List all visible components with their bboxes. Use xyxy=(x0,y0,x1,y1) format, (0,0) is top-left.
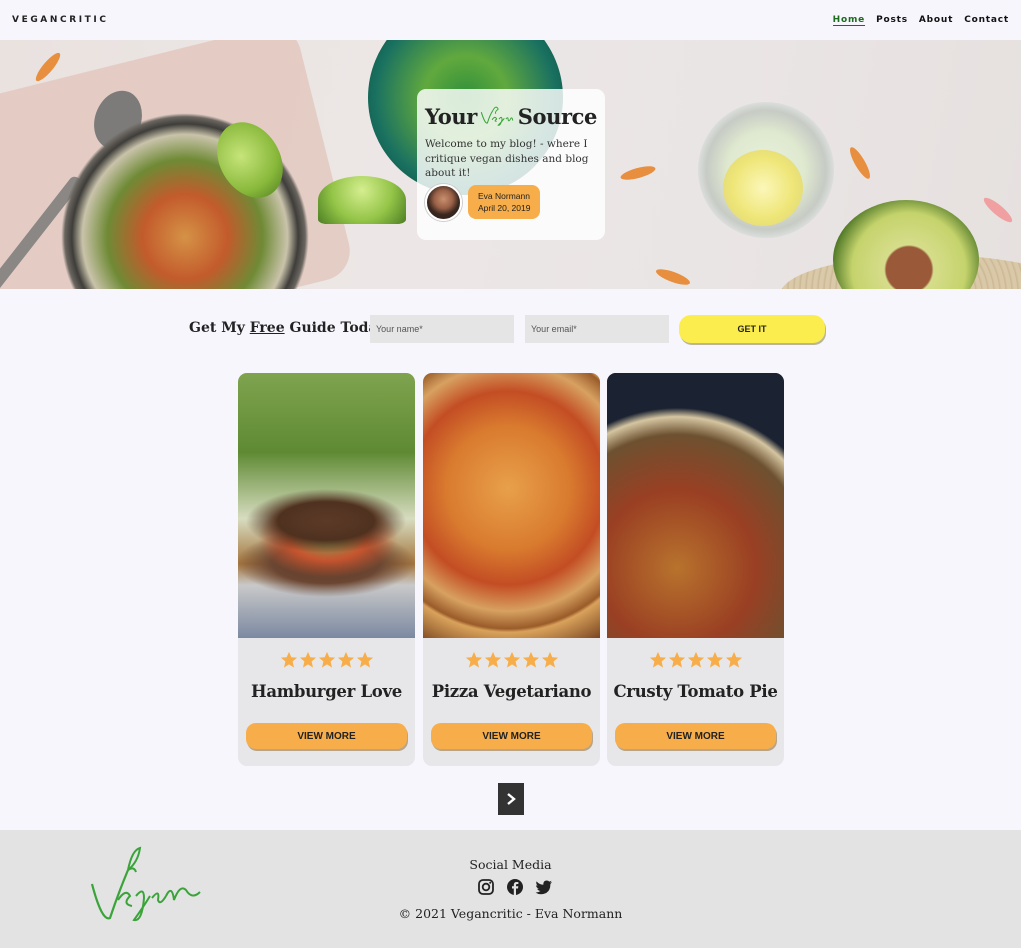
star-icon xyxy=(541,651,558,668)
card-title: Pizza Vegetariano xyxy=(431,682,592,701)
hero-welcome-text: Welcome to my blog! - where I critique v… xyxy=(425,138,589,179)
hero-title: Your Source xyxy=(425,101,597,131)
newsletter-label-start: Get My xyxy=(189,320,250,336)
hero-lemon-slice xyxy=(723,150,803,226)
star-icon xyxy=(299,651,316,668)
get-it-button[interactable]: GET IT xyxy=(679,315,825,343)
nav-home-link[interactable]: Home xyxy=(832,15,866,26)
brand-logo[interactable]: VEGANCRITIC xyxy=(12,15,109,25)
hero-title-your: Your xyxy=(425,103,477,129)
view-more-button[interactable]: VIEW MORE xyxy=(246,723,407,749)
star-icon xyxy=(687,651,704,668)
social-icons xyxy=(477,878,553,896)
star-icon xyxy=(318,651,335,668)
author-date: April 20, 2019 xyxy=(478,203,531,213)
star-icon xyxy=(725,651,742,668)
view-more-button[interactable]: VIEW MORE xyxy=(615,723,776,749)
star-icon xyxy=(280,651,297,668)
star-icon xyxy=(465,651,482,668)
pizza-image[interactable] xyxy=(423,373,600,638)
star-icon xyxy=(649,651,666,668)
star-icon xyxy=(484,651,501,668)
nav-contact-link[interactable]: Contact xyxy=(964,15,1009,26)
copyright-text: © 2021 Vegancritic - Eva Normann xyxy=(398,906,623,921)
twitter-icon[interactable] xyxy=(535,878,553,896)
star-icon xyxy=(337,651,354,668)
recipe-card-tomato-pie: Crusty Tomato Pie VIEW MORE xyxy=(607,373,784,766)
hamburger-image[interactable] xyxy=(238,373,415,638)
email-input[interactable] xyxy=(525,315,669,343)
star-icon xyxy=(356,651,373,668)
hero-lime-slice xyxy=(318,176,406,224)
star-icon xyxy=(668,651,685,668)
star-icon xyxy=(706,651,723,668)
nav-posts-link[interactable]: Posts xyxy=(876,15,908,26)
newsletter-form: Get My Free Guide Today! GET IT xyxy=(0,315,1021,343)
facebook-icon[interactable] xyxy=(506,878,524,896)
recipe-card-hamburger: Hamburger Love VIEW MORE xyxy=(238,373,415,766)
author-row: Eva Normann April 20, 2019 xyxy=(425,183,597,221)
newsletter-label: Get My Free Guide Today! xyxy=(189,320,392,336)
vegan-script-logo xyxy=(480,106,514,126)
rating-stars xyxy=(238,651,415,669)
nav-about-link[interactable]: About xyxy=(919,15,953,26)
card-title: Crusty Tomato Pie xyxy=(613,682,778,701)
name-input[interactable] xyxy=(370,315,514,343)
view-more-button[interactable]: VIEW MORE xyxy=(431,723,592,749)
star-icon xyxy=(522,651,539,668)
recipe-card-pizza: Pizza Vegetariano VIEW MORE xyxy=(423,373,600,766)
top-nav: VEGANCRITIC Home Posts About Contact xyxy=(0,0,1021,40)
card-title: Hamburger Love xyxy=(251,682,402,701)
nav-links: Home Posts About Contact xyxy=(832,15,1009,26)
author-badge: Eva Normann April 20, 2019 xyxy=(468,185,541,219)
instagram-icon[interactable] xyxy=(477,878,495,896)
hero-avocado xyxy=(833,200,979,289)
hero-petal xyxy=(846,144,874,182)
tomato-pie-image[interactable] xyxy=(607,373,784,638)
next-page-button[interactable] xyxy=(498,783,524,815)
hero-petal xyxy=(980,194,1016,226)
hero-intro-card: Your Source Welcome to my blog! - where … xyxy=(417,89,605,240)
chevron-right-icon xyxy=(507,793,516,805)
author-avatar[interactable] xyxy=(425,183,462,221)
hero-title-source: Source xyxy=(517,103,598,129)
rating-stars xyxy=(607,651,784,669)
rating-stars xyxy=(423,651,600,669)
author-name: Eva Normann xyxy=(478,191,530,201)
footer: Social Media © 2021 Vegancritic - Eva No… xyxy=(0,830,1021,948)
social-media-title: Social Media xyxy=(469,857,552,872)
star-icon xyxy=(503,651,520,668)
hero-petal xyxy=(619,163,657,183)
newsletter-free-link[interactable]: Free xyxy=(250,320,285,336)
hero-petal xyxy=(654,266,692,288)
